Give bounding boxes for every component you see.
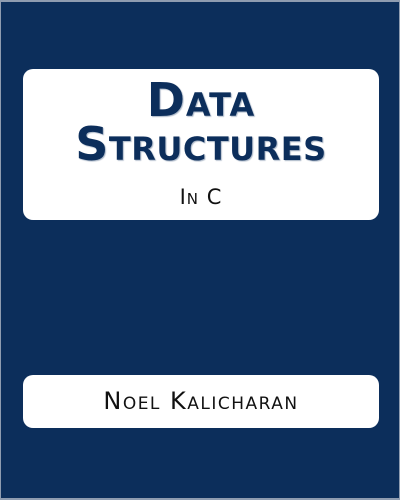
- title-line-2: Structures: [75, 117, 327, 171]
- book-cover: Data Structures In C Noel Kalicharan: [0, 0, 400, 500]
- author-panel: Noel Kalicharan: [23, 375, 379, 428]
- title-panel: Data Structures In C: [23, 69, 379, 220]
- subtitle: In C: [179, 185, 223, 209]
- author-name: Noel Kalicharan: [103, 387, 299, 415]
